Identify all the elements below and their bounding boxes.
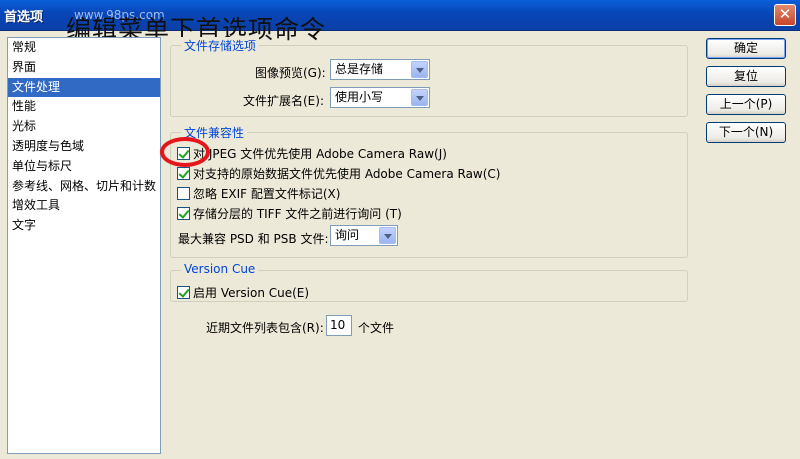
enable-version-cue-label: 启用 Version Cue(E) xyxy=(193,286,310,300)
image-preview-value: 总是存储 xyxy=(335,62,384,76)
file-extension-label: 文件扩展名(E): xyxy=(243,94,324,108)
recent-files-label: 近期文件列表包含(R): xyxy=(206,321,324,335)
category-item-cursors[interactable]: 光标 xyxy=(8,117,160,137)
tiff-ask-checkbox[interactable] xyxy=(177,207,190,220)
category-list[interactable]: 常规 界面 文件处理 性能 光标 透明度与色域 单位与标尺 参考线、网格、切片和… xyxy=(7,37,161,454)
recent-files-suffix: 个文件 xyxy=(358,321,395,335)
category-item-type[interactable]: 文字 xyxy=(8,216,160,236)
raw-camera-raw-checkbox[interactable] xyxy=(177,167,190,180)
category-item-plugins[interactable]: 增效工具 xyxy=(8,196,160,216)
tiff-ask-label: 存储分层的 TIFF 文件之前进行询问 (T) xyxy=(193,207,402,221)
close-icon: ✕ xyxy=(778,5,792,23)
ignore-exif-checkbox[interactable] xyxy=(177,187,190,200)
jpeg-camera-raw-option[interactable]: 对 JPEG 文件优先使用 Adobe Camera Raw(J) xyxy=(177,145,447,161)
close-button[interactable]: ✕ xyxy=(774,4,796,26)
enable-version-cue-checkbox[interactable] xyxy=(177,286,190,299)
raw-camera-raw-option[interactable]: 对支持的原始数据文件优先使用 Adobe Camera Raw(C) xyxy=(177,165,500,181)
enable-version-cue-option[interactable]: 启用 Version Cue(E) xyxy=(177,284,309,300)
category-item-interface[interactable]: 界面 xyxy=(8,58,160,78)
previous-button[interactable]: 上一个(P) xyxy=(706,94,786,115)
tiff-ask-option[interactable]: 存储分层的 TIFF 文件之前进行询问 (T) xyxy=(177,205,402,221)
raw-camera-raw-label: 对支持的原始数据文件优先使用 Adobe Camera Raw(C) xyxy=(193,167,501,181)
max-compat-label: 最大兼容 PSD 和 PSB 文件: xyxy=(178,232,329,246)
category-item-general[interactable]: 常规 xyxy=(8,38,160,58)
image-preview-select[interactable]: 总是存储 xyxy=(330,59,430,80)
reset-button[interactable]: 复位 xyxy=(706,66,786,87)
ignore-exif-label: 忽略 EXIF 配置文件标记(X) xyxy=(193,187,341,201)
category-item-transparency[interactable]: 透明度与色域 xyxy=(8,137,160,157)
max-compat-select[interactable]: 询问 xyxy=(330,225,398,246)
recent-files-input[interactable]: 10 xyxy=(326,315,352,336)
max-compat-value: 询问 xyxy=(335,228,360,242)
image-preview-label: 图像预览(G): xyxy=(255,66,326,80)
ignore-exif-option[interactable]: 忽略 EXIF 配置文件标记(X) xyxy=(177,185,340,201)
category-item-guides-grid[interactable]: 参考线、网格、切片和计数 xyxy=(8,177,160,197)
window-title: 首选项 xyxy=(4,10,44,25)
category-item-file-handling[interactable]: 文件处理 xyxy=(8,77,160,98)
version-cue-legend: Version Cue xyxy=(181,262,259,276)
file-extension-value: 使用小写 xyxy=(335,90,384,104)
category-item-units-rulers[interactable]: 单位与标尺 xyxy=(8,157,160,177)
chevron-down-icon[interactable] xyxy=(411,61,428,78)
file-extension-select[interactable]: 使用小写 xyxy=(330,87,430,108)
file-save-options-legend: 文件存储选项 xyxy=(181,37,260,54)
chevron-down-icon[interactable] xyxy=(411,89,428,106)
file-compatibility-legend: 文件兼容性 xyxy=(181,124,248,141)
category-item-performance[interactable]: 性能 xyxy=(8,97,160,117)
jpeg-camera-raw-checkbox[interactable] xyxy=(177,147,190,160)
chevron-down-icon[interactable] xyxy=(379,227,396,244)
jpeg-camera-raw-label: 对 JPEG 文件优先使用 Adobe Camera Raw(J) xyxy=(193,147,447,161)
ok-button[interactable]: 确定 xyxy=(706,38,786,59)
next-button[interactable]: 下一个(N) xyxy=(706,122,786,143)
